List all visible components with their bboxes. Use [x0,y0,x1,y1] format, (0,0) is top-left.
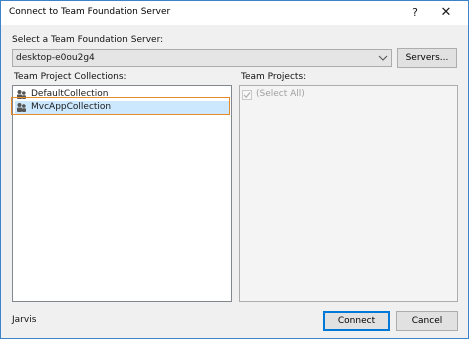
servers-button[interactable]: Servers... [397,48,457,68]
collections-label: Team Project Collections: [14,72,127,82]
cancel-button[interactable]: Cancel [396,311,458,331]
user-name: Jarvis [12,315,37,325]
server-label: Select a Team Foundation Server: [12,35,164,45]
projects-label: Team Projects: [241,72,307,82]
chevron-down-icon[interactable] [377,52,389,64]
select-all-checkbox[interactable] [242,90,252,100]
server-combobox[interactable]: desktop-e0ou2g4 [12,49,392,67]
connect-dialog: Connect to Team Foundation Server ? ✕ Se… [0,0,469,339]
collections-list[interactable]: DefaultCollection MvcAppCollection [12,85,232,302]
select-all-label: (Select All) [256,89,305,99]
close-button[interactable]: ✕ [434,4,458,22]
help-button[interactable]: ? [405,4,425,22]
selection-highlight [11,97,230,115]
dialog-title: Connect to Team Foundation Server [9,7,171,17]
title-bar: Connect to Team Foundation Server ? ✕ [1,1,468,25]
projects-list[interactable]: (Select All) [239,85,458,302]
connect-button[interactable]: Connect [323,311,390,331]
server-value: desktop-e0ou2g4 [16,53,95,63]
